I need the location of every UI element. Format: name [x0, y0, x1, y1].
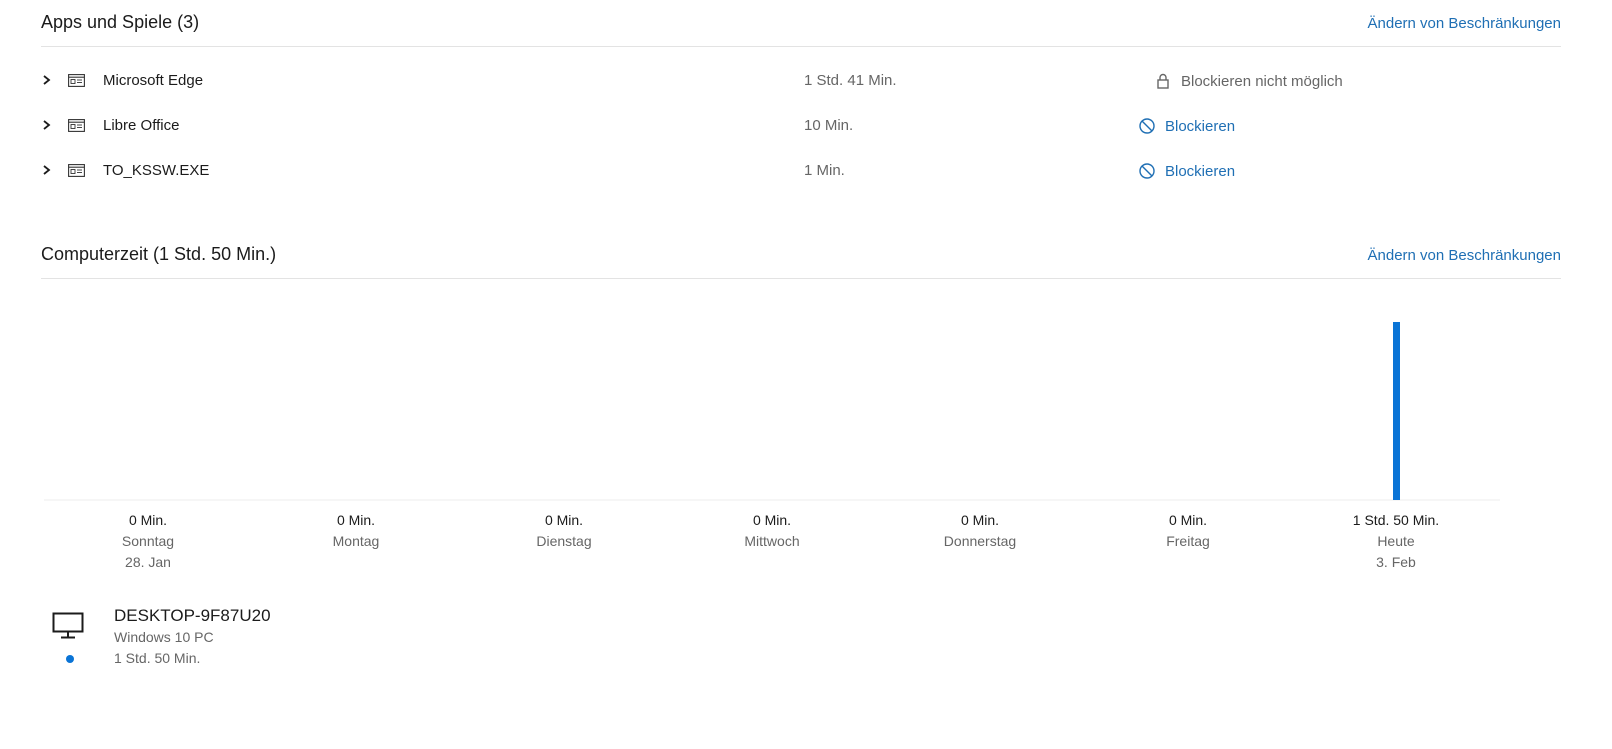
chart-value-label: 0 Min.	[961, 512, 999, 528]
chart-value-label: 0 Min.	[753, 512, 791, 528]
block-icon	[1139, 118, 1155, 134]
expand-chevron-icon[interactable]	[41, 73, 53, 87]
device-type: Windows 10 PC	[114, 629, 214, 645]
apps-section-header: Apps und Spiele (3) Ändern von Beschränk…	[41, 0, 1561, 47]
app-row[interactable]: TO_KSSW.EXE 1 Min. Blockieren	[41, 149, 1561, 194]
app-action-label: Blockieren	[1165, 117, 1236, 135]
block-app-button[interactable]: Blockieren	[1138, 161, 1235, 181]
screen-time-title: Computerzeit (1 Std. 50 Min.)	[41, 244, 277, 264]
chart-day-label: Heute	[1377, 533, 1415, 549]
chart-day-label: Sonntag	[122, 533, 174, 549]
apps-section: Apps und Spiele (3) Ändern von Beschränk…	[41, 0, 1561, 194]
app-action-label: Blockieren	[1165, 162, 1236, 180]
app-usage-time: 1 Min.	[804, 162, 845, 179]
chart-day-label: Montag	[333, 533, 380, 549]
device-status-dot	[66, 655, 74, 663]
screen-time-chart: 0 Min. Sonntag 28. Jan 0 Min. Montag 0 Min. Di…	[44, 322, 1500, 570]
screen-time-change-limits-link[interactable]: Ändern von Beschränkungen	[1368, 247, 1561, 264]
chart-day-label: Mittwoch	[744, 533, 799, 549]
monitor-icon	[52, 612, 84, 639]
app-row[interactable]: Microsoft Edge 1 Std. 41 Min. Blockieren n…	[41, 59, 1561, 104]
chart-day-label: Donnerstag	[944, 533, 1016, 549]
screen-time-section: Computerzeit (1 Std. 50 Min.) Ändern von…	[41, 232, 1561, 279]
lock-icon	[1157, 73, 1169, 89]
device-name: DESKTOP-9F87U20	[114, 606, 271, 625]
app-window-icon	[68, 74, 85, 87]
expand-chevron-icon[interactable]	[41, 118, 53, 132]
app-name: Libre Office	[103, 117, 180, 134]
chart-value-label: 1 Std. 50 Min.	[1353, 512, 1439, 528]
app-row[interactable]: Libre Office 10 Min. Blockieren	[41, 104, 1561, 149]
screen-time-header: Computerzeit (1 Std. 50 Min.) Ändern von…	[41, 232, 1561, 279]
chart-bar[interactable]	[1393, 322, 1400, 500]
chart-date-label: 28. Jan	[125, 554, 171, 570]
device-time: 1 Std. 50 Min.	[114, 650, 201, 666]
chart-value-label: 0 Min.	[1169, 512, 1207, 528]
app-usage-time: 10 Min.	[804, 117, 854, 134]
apps-section-title: Apps und Spiele (3)	[41, 12, 200, 32]
app-name: TO_KSSW.EXE	[103, 162, 210, 179]
chart-value-label: 0 Min.	[545, 512, 583, 528]
block-app-button[interactable]: Blockieren	[1138, 116, 1235, 136]
chart-day-label: Dienstag	[536, 533, 591, 549]
app-usage-time: 1 Std. 41 Min.	[804, 72, 897, 89]
app-action-label: Blockieren nicht möglich	[1181, 72, 1343, 90]
chart-value-label: 0 Min.	[337, 512, 375, 528]
app-window-icon	[68, 119, 85, 132]
app-window-icon	[68, 164, 85, 177]
expand-chevron-icon[interactable]	[41, 163, 53, 177]
chart-date-label: 3. Feb	[1376, 554, 1416, 570]
chart-day-label: Freitag	[1166, 533, 1210, 549]
apps-change-limits-link[interactable]: Ändern von Beschränkungen	[1368, 15, 1561, 32]
app-name: Microsoft Edge	[103, 72, 204, 89]
block-icon	[1139, 163, 1155, 179]
chart-value-label: 0 Min.	[129, 512, 167, 528]
block-not-possible-label: Blockieren nicht möglich	[1154, 71, 1343, 91]
app-list: Microsoft Edge 1 Std. 41 Min. Blockieren n…	[41, 59, 1561, 194]
